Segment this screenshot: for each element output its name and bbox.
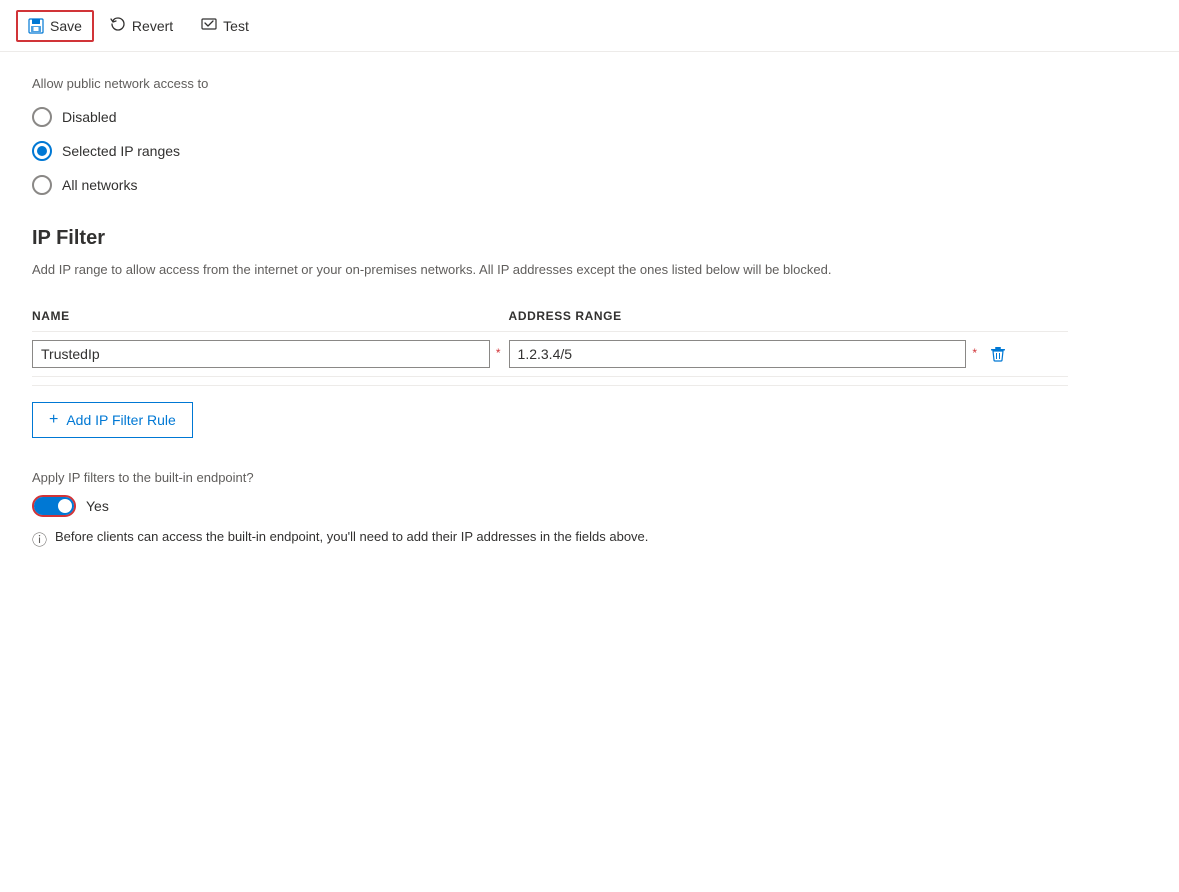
ip-filter-description: Add IP range to allow access from the in…: [32, 262, 932, 277]
ip-filter-table: NAME ADDRESS RANGE *: [32, 301, 1068, 377]
public-network-section: Allow public network access to Disabled …: [32, 76, 1068, 195]
name-cell: *: [32, 332, 509, 377]
toggle-thumb: [58, 499, 72, 513]
table-row: * *: [32, 332, 1068, 377]
radio-circle-disabled: [32, 107, 52, 127]
test-icon: [201, 16, 217, 35]
save-label: Save: [50, 18, 82, 34]
test-button[interactable]: Test: [189, 8, 261, 43]
network-radio-group: Disabled Selected IP ranges All networks: [32, 107, 1068, 195]
trash-icon: [989, 345, 1007, 363]
revert-icon: [110, 16, 126, 35]
col-address-header: ADDRESS RANGE: [509, 301, 986, 332]
ip-filter-section: IP Filter Add IP range to allow access f…: [32, 227, 1068, 438]
address-required-star: *: [972, 346, 977, 360]
info-icon: ⓘ: [32, 529, 47, 550]
radio-circle-all-networks: [32, 175, 52, 195]
ip-filter-title: IP Filter: [32, 227, 1068, 250]
add-rule-label: Add IP Filter Rule: [66, 412, 175, 428]
info-note: ⓘ Before clients can access the built-in…: [32, 529, 1068, 550]
plus-icon: +: [49, 411, 58, 429]
main-content: Allow public network access to Disabled …: [0, 52, 1100, 590]
revert-button[interactable]: Revert: [98, 8, 185, 43]
address-input-wrap: *: [509, 340, 978, 368]
radio-label-selected-ip: Selected IP ranges: [62, 143, 180, 159]
col-name-header: NAME: [32, 301, 509, 332]
radio-label-disabled: Disabled: [62, 109, 116, 125]
delete-rule-button[interactable]: [985, 341, 1011, 367]
action-cell: [985, 332, 1068, 377]
save-icon: [28, 18, 44, 34]
radio-selected-ip-ranges[interactable]: Selected IP ranges: [32, 141, 1068, 161]
public-network-label: Allow public network access to: [32, 76, 1068, 91]
apply-ip-filters-section: Apply IP filters to the built-in endpoin…: [32, 470, 1068, 550]
col-action-header: [985, 301, 1068, 332]
radio-circle-selected-ip: [32, 141, 52, 161]
radio-all-networks[interactable]: All networks: [32, 175, 1068, 195]
apply-label: Apply IP filters to the built-in endpoin…: [32, 470, 1068, 485]
save-button[interactable]: Save: [16, 10, 94, 42]
apply-toggle[interactable]: [32, 495, 76, 517]
info-text: Before clients can access the built-in e…: [55, 529, 648, 544]
toolbar: Save Revert Test: [0, 0, 1179, 52]
address-cell: *: [509, 332, 986, 377]
toggle-value: Yes: [86, 498, 109, 514]
revert-label: Revert: [132, 18, 173, 34]
add-ip-filter-rule-button[interactable]: + Add IP Filter Rule: [32, 402, 193, 438]
name-input-wrap: *: [32, 340, 501, 368]
name-input[interactable]: [32, 340, 490, 368]
table-separator: [32, 385, 1068, 386]
radio-disabled[interactable]: Disabled: [32, 107, 1068, 127]
radio-label-all-networks: All networks: [62, 177, 137, 193]
name-required-star: *: [496, 346, 501, 360]
test-label: Test: [223, 18, 249, 34]
address-input[interactable]: [509, 340, 967, 368]
toggle-row: Yes: [32, 495, 1068, 517]
